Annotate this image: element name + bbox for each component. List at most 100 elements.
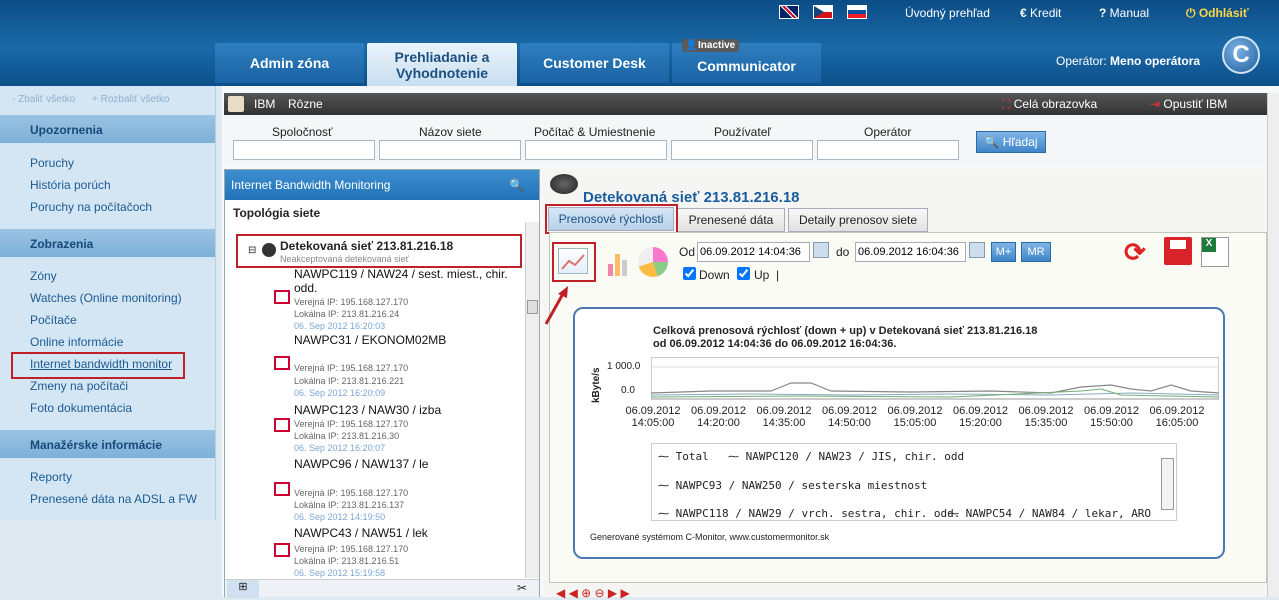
pc-local-ip: Lokálna IP: 213.81.216.30: [294, 431, 400, 441]
sidebar-item-watches[interactable]: Watches (Online monitoring): [30, 291, 182, 305]
flag-uk-icon[interactable]: [779, 5, 799, 19]
x-tick-date: 06.09.2012: [821, 405, 878, 417]
pc-timestamp: 06. Sep 2012 15:19:58: [294, 568, 386, 578]
sidebar-item-zones[interactable]: Zóny: [30, 269, 57, 283]
logout-link[interactable]: ⏻ Odhlásiť: [1186, 6, 1249, 21]
section-title: Zobrazenia: [30, 237, 94, 251]
sidebar-item-fault-history[interactable]: História porúch: [30, 178, 111, 192]
euro-icon: €: [1020, 6, 1031, 20]
tree-view-icon[interactable]: ⊞: [227, 580, 259, 598]
pie-chart-icon[interactable]: [638, 247, 668, 277]
page-scrollbar[interactable]: [1267, 93, 1279, 597]
tab-transferred-data[interactable]: Prenesené dáta: [677, 208, 785, 232]
sidebar-item-photo-docs[interactable]: Foto dokumentácia: [30, 401, 132, 415]
exit-ibm-button[interactable]: ⇥ Opustiť IBM: [1150, 97, 1227, 111]
bar: [622, 260, 627, 276]
inactive-badge: 👤 Inactive: [682, 39, 740, 52]
sidebar-item-computer-changes[interactable]: Zmeny na počítači: [30, 379, 128, 393]
fullscreen-icon: ⛶: [1002, 97, 1014, 111]
label-network-name: Názov siete: [419, 125, 482, 139]
memory-recall-button[interactable]: MR: [1021, 242, 1051, 262]
tab-customer-desk[interactable]: Customer Desk: [520, 43, 669, 83]
calendar-icon[interactable]: [813, 242, 829, 258]
down-checkbox[interactable]: [683, 267, 696, 280]
pc-timestamp: 06. Sep 2012 16:20:09: [294, 388, 386, 398]
legend-label: NAWPC118 / NAW29 / vrch. sestra, chir. o…: [675, 507, 961, 520]
label-user: Používateľ: [714, 125, 771, 139]
tree-scrollbar[interactable]: [525, 222, 539, 578]
section-alerts[interactable]: Upozornenia: [0, 115, 215, 143]
refresh-icon[interactable]: ⟳: [1124, 237, 1146, 268]
menu-ibm[interactable]: IBM: [254, 97, 275, 111]
legend-scrollbar[interactable]: [1161, 458, 1174, 510]
fullscreen-button[interactable]: ⛶ Celá obrazovka: [1002, 97, 1097, 112]
search-icon[interactable]: 🔍: [509, 178, 524, 192]
bar: [615, 254, 620, 276]
pc-name[interactable]: NAWPC43 / NAW51 / lek: [294, 526, 428, 540]
x-tick-date: 06.09.2012: [756, 405, 812, 417]
pc-name[interactable]: NAWPC123 / NAW30 / izba: [294, 403, 441, 417]
tab-admin-zone[interactable]: Admin zóna: [215, 43, 364, 83]
to-date-input[interactable]: [855, 242, 966, 262]
operator-input[interactable]: [817, 140, 959, 160]
chart-nav-controls[interactable]: ◀ ◀ ⊕ ⊖ ▶ ▶: [556, 586, 630, 600]
pc-name[interactable]: NAWPC31 / EKONOM02MB: [294, 333, 446, 347]
pc-local-ip: Lokálna IP: 213.81.216.51: [294, 556, 400, 566]
menu-misc[interactable]: Rôzne: [288, 97, 323, 111]
flag-cz-icon[interactable]: [813, 5, 833, 19]
plot-area: [651, 357, 1219, 400]
tab-transfer-details[interactable]: Detaily prenosov siete: [788, 208, 928, 232]
tab-browse-evaluate[interactable]: Prehliadanie a Vyhodnotenie: [367, 43, 517, 86]
section-views[interactable]: Zobrazenia: [0, 229, 215, 257]
computer-location-input[interactable]: [525, 140, 667, 160]
pc-timestamp: 06. Sep 2012 16:20:07: [294, 443, 386, 453]
overview-link[interactable]: Úvodný prehľad: [905, 6, 990, 20]
up-label: Up: [754, 268, 770, 282]
legend-item: ⁓ NAWPC54 / NAW84 / lekar, ARO: [948, 507, 1152, 520]
tree-header: Internet Bandwidth Monitoring 🔍: [225, 170, 539, 200]
sidebar-item-faults[interactable]: Poruchy: [30, 156, 74, 170]
fullscreen-label: Celá obrazovka: [1013, 97, 1098, 111]
chart-title: Celková prenosová rýchlosť (down + up) v…: [653, 325, 1213, 351]
pc-local-ip: Lokálna IP: 213.81.216.24: [294, 309, 400, 319]
top-header: Úvodný prehľad € Kredit ? Manual ⏻ Odhlá…: [0, 0, 1279, 86]
search-button[interactable]: 🔍 Hľadaj: [976, 131, 1046, 153]
sidebar-item-computers[interactable]: Počítače: [30, 313, 77, 327]
calendar-icon[interactable]: [969, 242, 985, 258]
sidebar-controls: - Zbaliť všetko + Rozbaliť všetko: [0, 86, 215, 114]
network-name-input[interactable]: [379, 140, 521, 160]
memory-plus-button[interactable]: M+: [991, 242, 1016, 262]
chart-footer: Generované systémom C-Monitor, www.custo…: [590, 532, 830, 542]
pc-local-ip: Lokálna IP: 213.81.216.221: [294, 376, 405, 386]
manual-link[interactable]: ? Manual: [1099, 6, 1149, 20]
sidebar: - Zbaliť všetko + Rozbaliť všetko Upozor…: [0, 86, 216, 520]
sidebar-item-online-info[interactable]: Online informácie: [30, 335, 123, 349]
sidebar-item-computer-faults[interactable]: Poruchy na počítačoch: [30, 200, 152, 214]
pc-timestamp: 06. Sep 2012 14:19:50: [294, 512, 386, 522]
highlight-network: [236, 234, 522, 268]
sidebar-item-reports[interactable]: Reporty: [30, 470, 72, 484]
expand-all-link[interactable]: + Rozbaliť všetko: [92, 94, 169, 105]
user-input[interactable]: [671, 140, 813, 160]
section-management[interactable]: Manažérske informácie: [0, 430, 215, 458]
excel-export-icon[interactable]: X: [1201, 237, 1229, 267]
tools-icon[interactable]: ✂: [517, 581, 527, 595]
from-date-input[interactable]: [697, 242, 810, 262]
pc-name[interactable]: NAWPC119 / NAW24 / sest. miest., chir. o…: [294, 267, 522, 295]
legend-label: NAWPC93 / NAW250 / sesterska miestnost: [675, 479, 928, 492]
save-icon[interactable]: [1164, 237, 1192, 265]
flag-sk-icon[interactable]: [847, 5, 867, 19]
legend-item: ⁓ NAWPC120 / NAW23 / JIS, chir. odd: [728, 450, 965, 463]
pc-timestamp: 06. Sep 2012 16:20:03: [294, 321, 386, 331]
credit-link[interactable]: € Kredit: [1020, 6, 1061, 20]
sidebar-item-adsl-fw[interactable]: Prenesené dáta na ADSL a FW: [30, 492, 197, 506]
company-input[interactable]: [233, 140, 375, 160]
up-checkbox[interactable]: [737, 267, 750, 280]
collapse-all-link[interactable]: - Zbaliť všetko: [12, 94, 75, 105]
user-icon: 👤: [685, 40, 698, 51]
x-tick-time: 14:20:00: [697, 417, 740, 429]
bar-chart-icon[interactable]: [606, 248, 630, 276]
pc-name[interactable]: NAWPC96 / NAW137 / le: [294, 457, 428, 471]
section-title: Manažérske informácie: [30, 438, 163, 452]
x-tick-date: 06.09.2012: [1149, 405, 1205, 417]
